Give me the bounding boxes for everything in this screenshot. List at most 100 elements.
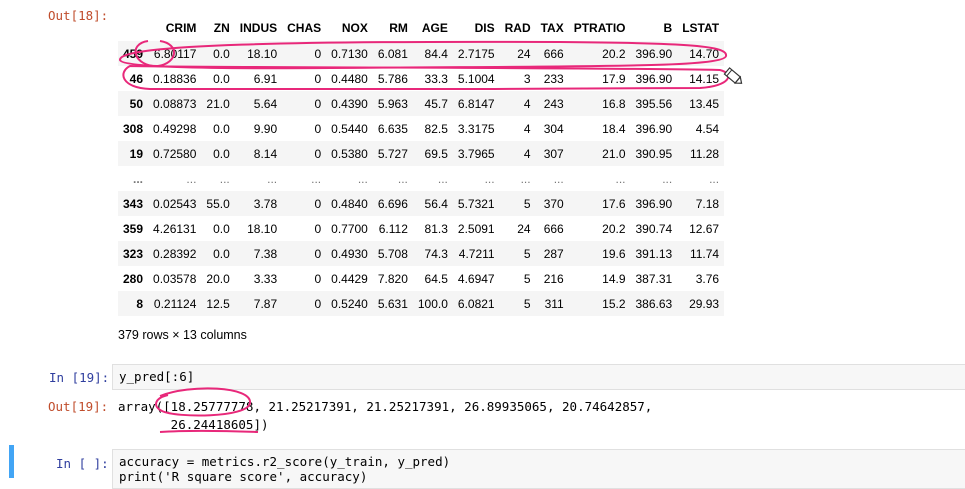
- table-cell: 0.7700: [331, 221, 368, 236]
- code-line-1: accuracy = metrics.r2_score(y_train, y_p…: [119, 454, 451, 469]
- table-cell: 0.28392: [153, 246, 197, 261]
- in-empty-prompt: In [ ]:: [56, 456, 109, 471]
- table-cell: ...: [267, 171, 278, 186]
- table-cell: 0.4390: [331, 96, 368, 111]
- table-cell: 0.72580: [153, 146, 197, 161]
- table-cell: ...: [311, 171, 322, 186]
- code-cell-19[interactable]: y_pred[:6]: [112, 364, 965, 390]
- table-cell: 17.6: [602, 196, 626, 211]
- table-cell: 0.5240: [331, 296, 368, 311]
- table-row: 19 0.72580 0.0 8.14 0 0.5380 5.727 69.5 3.7965 4 3…: [118, 141, 725, 166]
- table-cell: 3.76: [695, 271, 720, 286]
- table-cell: 390.74: [635, 221, 673, 236]
- table-cell: 0.0: [213, 246, 230, 261]
- table-cell: 0: [314, 96, 322, 111]
- out18-prompt: Out[18]:: [48, 8, 109, 23]
- table-cell: 5.708: [377, 246, 408, 261]
- table-cell: 18.10: [247, 46, 278, 61]
- column-header: ZN: [213, 21, 230, 35]
- table-cell: 0: [314, 71, 322, 86]
- table-cell: 311: [544, 296, 564, 311]
- table-cell: 5.786: [377, 71, 408, 86]
- table-cell: 0.4930: [331, 246, 368, 261]
- table-cell: 4.26131: [153, 221, 197, 236]
- table-row: ........................................…: [118, 166, 724, 191]
- table-cell: 3.7965: [457, 146, 495, 161]
- table-cell: 5: [523, 246, 531, 261]
- row-index: 8: [136, 296, 144, 311]
- table-cell: 0: [314, 271, 322, 286]
- table-cell: 82.5: [424, 121, 448, 136]
- table-row: 46 0.18836 0.0 6.91 0 0.4480 5.786 33.3 5.1004 3 2…: [118, 66, 724, 91]
- table-cell: 20.2: [602, 221, 626, 236]
- column-header: RAD: [504, 21, 531, 35]
- row-index: 359: [123, 221, 144, 236]
- table-cell: 5.631: [377, 296, 408, 311]
- table-cell: 17.9: [602, 71, 626, 86]
- table-cell: ...: [186, 171, 197, 186]
- table-cell: 56.4: [424, 196, 448, 211]
- column-header: INDUS: [239, 21, 278, 35]
- table-row: 343 0.02543 55.0 3.78 0 0.4840 6.696 56.4 5.7321…: [118, 191, 725, 216]
- table-cell: 0.0: [213, 71, 230, 86]
- code-line-2: print('R square score', accuracy): [119, 469, 368, 484]
- table-cell: 12.5: [206, 296, 230, 311]
- table-cell: 21.0: [602, 146, 626, 161]
- table-cell: 74.3: [424, 246, 448, 261]
- table-cell: 4.54: [695, 121, 720, 136]
- table-cell: 395.56: [635, 96, 673, 111]
- table-cell: 21.0: [206, 96, 230, 111]
- column-header: AGE: [421, 21, 448, 35]
- table-cell: 0.03578: [153, 271, 197, 286]
- column-header: CHAS: [287, 21, 322, 35]
- table-cell: 9.90: [253, 121, 278, 136]
- table-cell: 0.02543: [153, 196, 197, 211]
- row-index: 308: [123, 121, 144, 136]
- table-cell: 391.13: [635, 246, 673, 261]
- table-cell: 15.2: [602, 296, 626, 311]
- row-index: 280: [123, 271, 144, 286]
- table-cell: 390.95: [635, 146, 673, 161]
- in19-prompt: In [19]:: [49, 370, 110, 385]
- table-cell: 0.5380: [331, 146, 368, 161]
- table-cell: 0.7130: [331, 46, 368, 61]
- table-cell: 0: [314, 196, 322, 211]
- table-cell: 11.74: [689, 246, 720, 261]
- table-cell: 6.112: [378, 221, 408, 236]
- row-index: 459: [123, 46, 144, 61]
- table-cell: 64.5: [424, 271, 448, 286]
- table-cell: 5.1004: [457, 71, 495, 86]
- table-cell: 84.4: [424, 46, 448, 61]
- table-cell: 20.2: [602, 46, 626, 61]
- table-cell: 4.6947: [457, 271, 495, 286]
- table-cell: 20.0: [206, 271, 230, 286]
- row-index: ...: [133, 171, 144, 186]
- table-cell: 396.90: [635, 71, 673, 86]
- table-cell: 0.0: [213, 221, 230, 236]
- table-cell: 4: [523, 146, 531, 161]
- table-cell: 0: [314, 246, 322, 261]
- table-cell: 7.87: [253, 296, 278, 311]
- table-cell: 370: [543, 196, 564, 211]
- table-cell: ...: [484, 171, 495, 186]
- table-cell: ...: [437, 171, 448, 186]
- table-cell: 19.6: [602, 246, 626, 261]
- dataframe-table: CRIM ZN INDUS CHAS NOX RM AGE DIS RAD TAX PTRATIO B…: [118, 15, 725, 316]
- column-header: RM: [389, 21, 408, 35]
- table-cell: 55.0: [206, 196, 230, 211]
- column-header: LSTAT: [682, 21, 720, 35]
- table-cell: 6.635: [377, 121, 408, 136]
- code-cell-20[interactable]: accuracy = metrics.r2_score(y_train, y_p…: [112, 449, 965, 489]
- table-cell: 6.0821: [457, 296, 495, 311]
- table-cell: 18.4: [602, 121, 626, 136]
- table-cell: 7.38: [253, 246, 278, 261]
- table-cell: 287: [543, 246, 564, 261]
- table-row: 8 0.21124 12.5 7.87 0 0.5240 5.631 100.0 6.0821 5…: [118, 291, 725, 316]
- table-cell: 243: [543, 96, 564, 111]
- table-row: 280 0.03578 20.0 3.33 0 0.4429 7.820 64.5 4.6947…: [118, 266, 724, 291]
- table-row: 308 0.49298 0.0 9.90 0 0.5440 6.635 82.5 3.3175 4…: [118, 116, 724, 141]
- column-header: NOX: [341, 21, 368, 35]
- table-cell: 0.21124: [153, 296, 197, 311]
- table-cell: 2.7175: [457, 46, 495, 61]
- table-cell: 81.3: [424, 221, 448, 236]
